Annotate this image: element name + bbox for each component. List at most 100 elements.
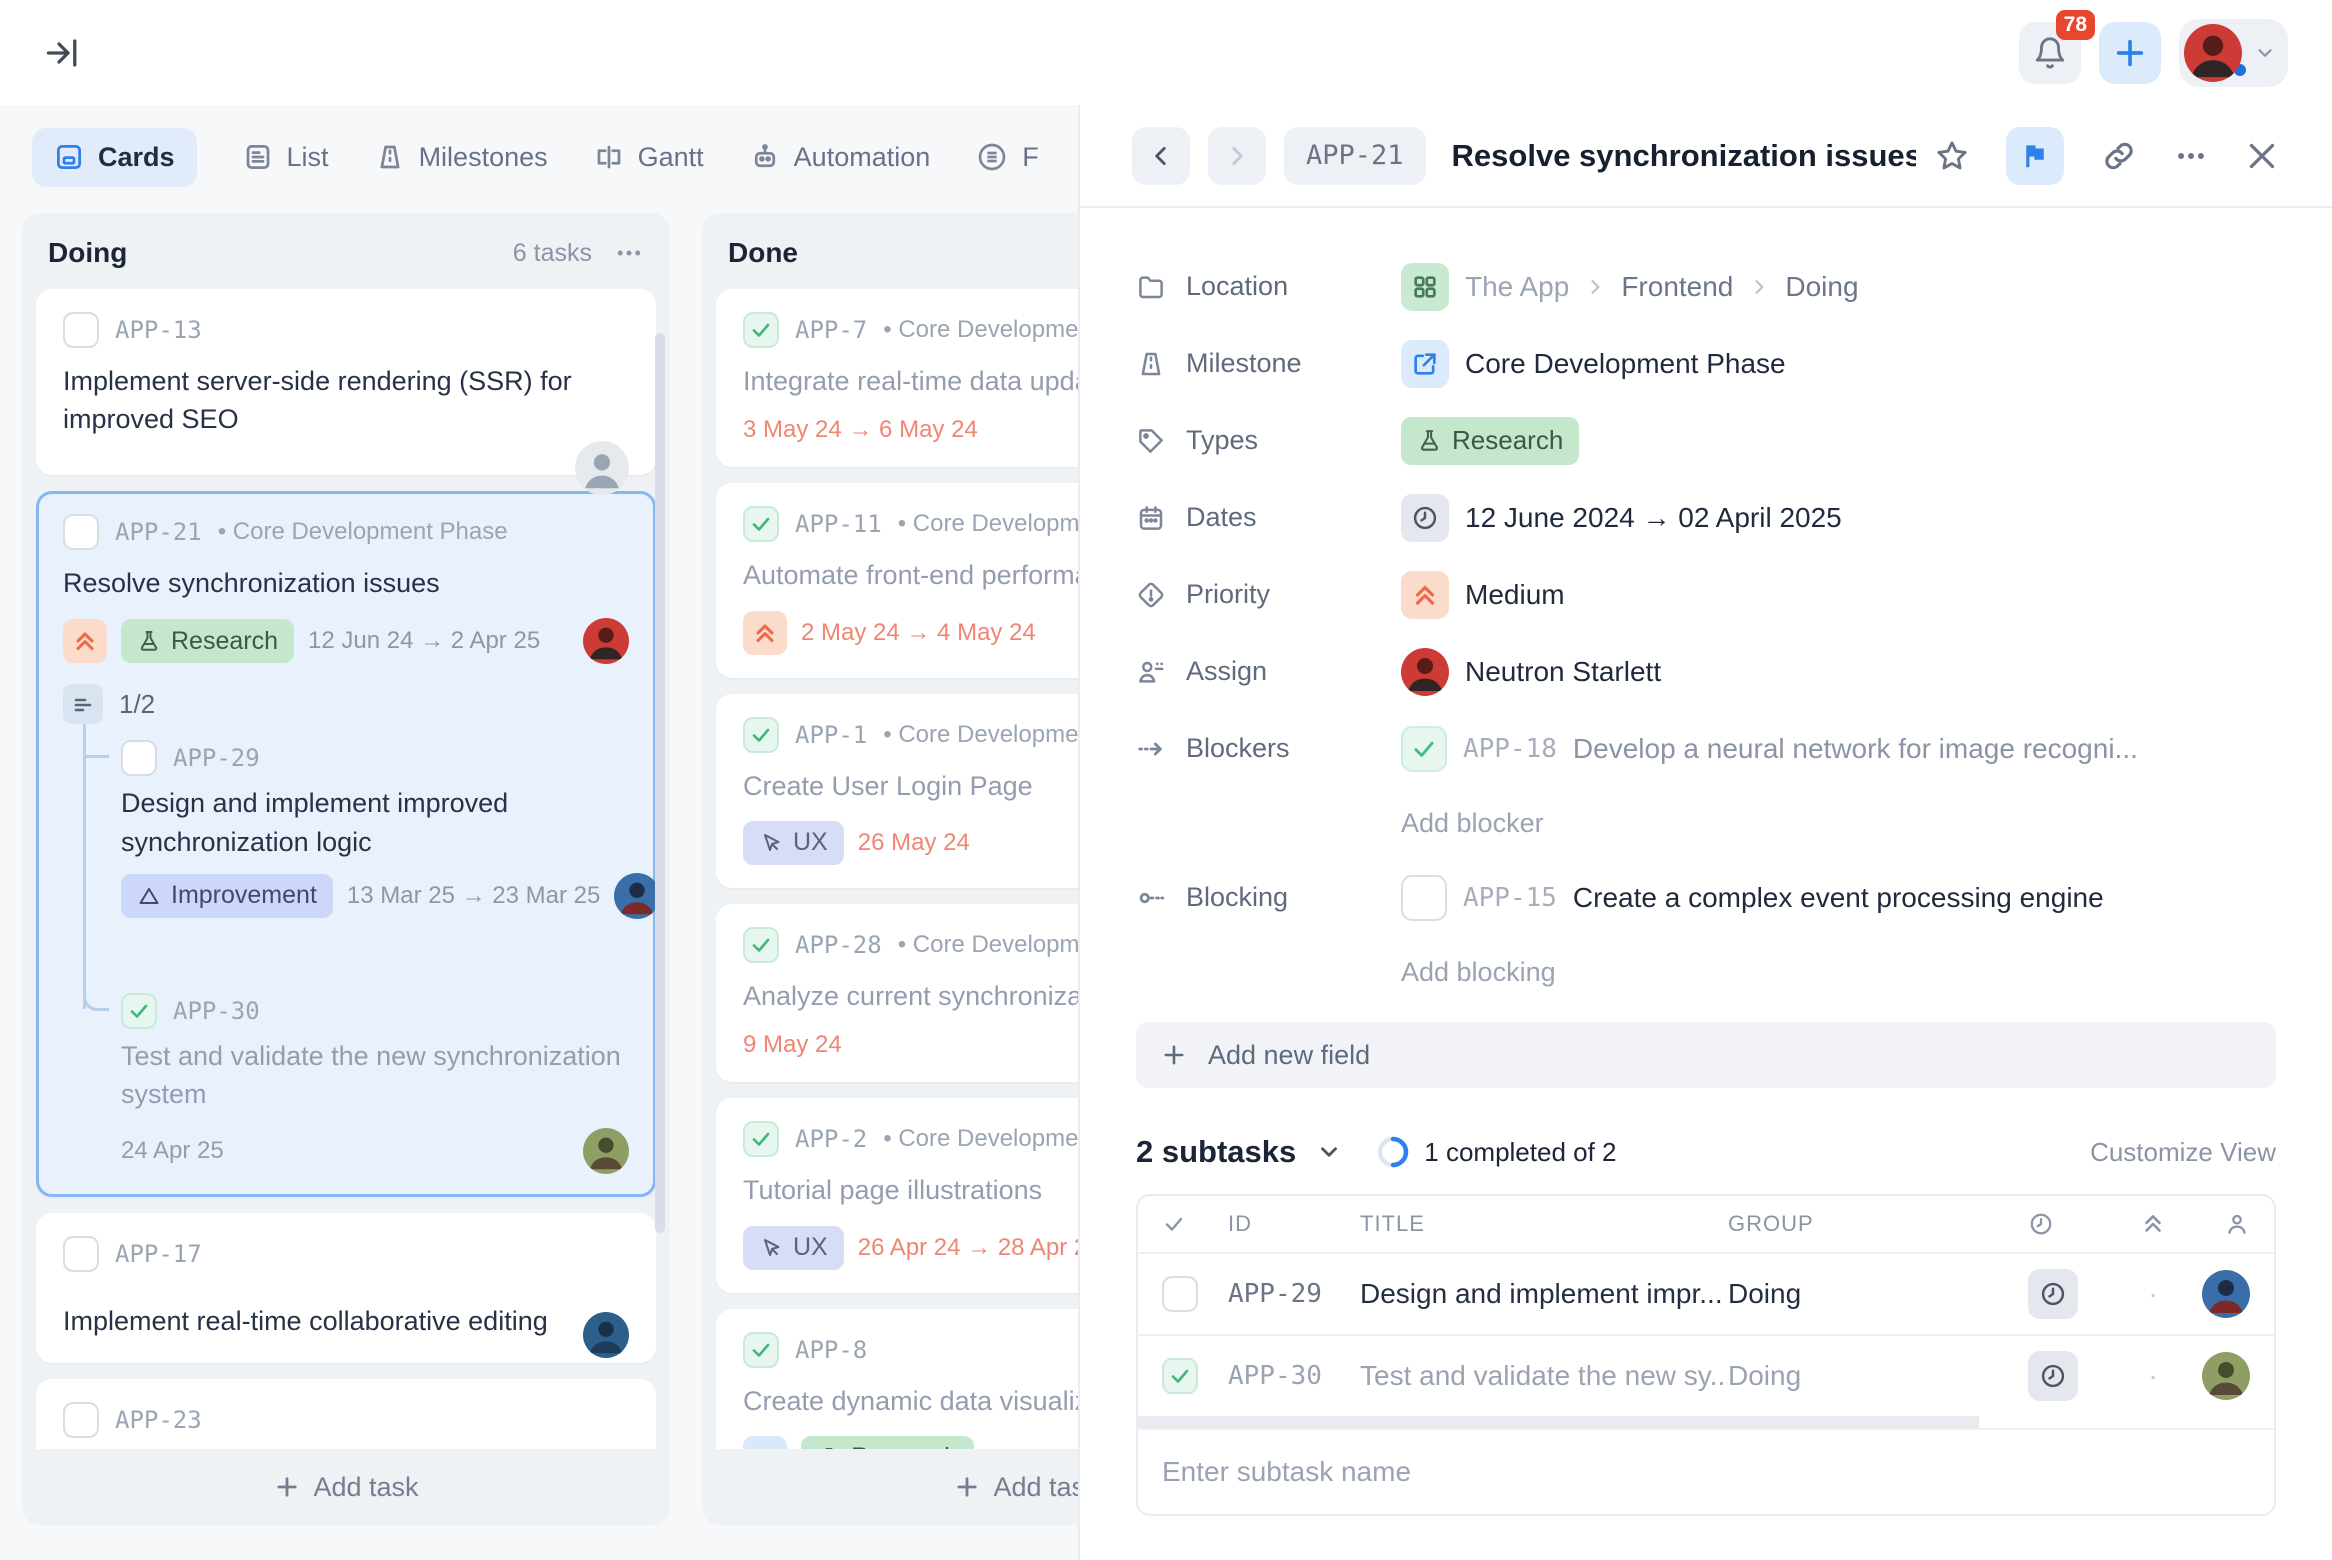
- task-checkbox[interactable]: [743, 312, 779, 348]
- add-task-button[interactable]: Add task: [22, 1449, 670, 1525]
- task-checkbox[interactable]: [743, 927, 779, 963]
- subtask-row-app-29[interactable]: APP-29 Design and implement impr... Doin…: [1138, 1252, 2274, 1334]
- flask-icon: [1417, 428, 1442, 453]
- more-options-icon[interactable]: [2174, 139, 2208, 173]
- task-checkbox[interactable]: [743, 717, 779, 753]
- task-milestone: Core Development Phase: [883, 721, 1078, 749]
- task-card-app-7[interactable]: APP-7 Core Development Phase Integrate r…: [716, 289, 1078, 467]
- tab-milestones[interactable]: Milestones: [375, 142, 548, 173]
- close-icon[interactable]: [2244, 138, 2280, 174]
- milestones-icon: [375, 142, 405, 172]
- assignee-avatar: [1401, 648, 1449, 696]
- tab-partial-label: F: [1022, 142, 1039, 173]
- task-checkbox[interactable]: [63, 514, 99, 550]
- add-blocker-button[interactable]: Add blocker: [1136, 787, 2276, 859]
- task-checkbox[interactable]: [743, 506, 779, 542]
- task-title: Create User Login Page: [743, 767, 1078, 805]
- flag-button[interactable]: [2006, 127, 2064, 185]
- breadcrumb[interactable]: The App Frontend Doing: [1401, 263, 1859, 311]
- assignee-avatar[interactable]: [583, 618, 629, 664]
- task-checkbox[interactable]: [63, 312, 99, 348]
- type-tag-improvement[interactable]: Improvement: [121, 874, 333, 918]
- task-checkbox[interactable]: [743, 1332, 779, 1368]
- subtask-checkbox[interactable]: [1162, 1358, 1198, 1394]
- column-menu-icon[interactable]: [614, 238, 644, 268]
- type-tag-research[interactable]: Research: [1401, 417, 1579, 465]
- star-icon[interactable]: [1934, 138, 1970, 174]
- subtask-card-app-29[interactable]: APP-29 Design and implement improved syn…: [63, 740, 629, 977]
- task-card-app-2[interactable]: APP-2 Core Development Phase Tutorial pa…: [716, 1098, 1078, 1292]
- column-header-group[interactable]: GROUP: [1728, 1211, 2028, 1237]
- column-header-id[interactable]: ID: [1228, 1211, 1360, 1237]
- task-card-app-11[interactable]: APP-11 Core Development Phase Automate f…: [716, 483, 1078, 677]
- assignee-avatar[interactable]: [614, 873, 656, 919]
- task-card-app-28[interactable]: APP-28 Core Development Phase Analyze cu…: [716, 904, 1078, 1082]
- tab-gantt[interactable]: Gantt: [594, 142, 704, 173]
- tag-label: Research: [171, 627, 278, 656]
- assignee-value[interactable]: Neutron Starlett: [1401, 648, 1661, 696]
- cursor-icon: [759, 831, 783, 855]
- dates-value[interactable]: 12 June 2024 → 02 April 2025: [1401, 494, 1842, 542]
- task-checkbox[interactable]: [63, 1236, 99, 1272]
- forward-button[interactable]: [1208, 127, 1266, 185]
- task-card-app-21[interactable]: APP-21 Core Development Phase Resolve sy…: [36, 491, 656, 1197]
- assignee-placeholder-icon[interactable]: [575, 441, 629, 495]
- copy-link-icon[interactable]: [2100, 137, 2138, 175]
- subtask-checkbox[interactable]: [1162, 1276, 1198, 1312]
- subtask-checkbox[interactable]: [121, 740, 157, 776]
- task-card-app-1[interactable]: APP-1 Core Development Phase Create User…: [716, 694, 1078, 888]
- back-button[interactable]: [1132, 127, 1190, 185]
- priority-medium-icon[interactable]: [63, 619, 107, 663]
- blocking-checkbox[interactable]: [1401, 875, 1447, 921]
- task-checkbox[interactable]: [63, 1402, 99, 1438]
- task-card-app-13[interactable]: APP-13 Implement server-side rendering (…: [36, 289, 656, 475]
- column-header-title[interactable]: TITLE: [1360, 1211, 1728, 1237]
- type-tag-research[interactable]: Research: [121, 619, 294, 663]
- milestone-value[interactable]: Core Development Phase: [1401, 340, 1786, 388]
- field-milestone: Milestone Core Development Phase: [1136, 325, 2276, 402]
- priority-cell-empty[interactable]: ·: [2120, 1360, 2186, 1392]
- assignee-avatar[interactable]: [2202, 1352, 2250, 1400]
- collapse-sidebar-icon[interactable]: [44, 35, 80, 71]
- priority-medium-icon: [743, 611, 787, 655]
- subtask-title: Test and validate the new synchronizatio…: [121, 1037, 629, 1114]
- account-menu[interactable]: [2179, 19, 2288, 87]
- subtask-checkbox[interactable]: [121, 993, 157, 1029]
- blocker-item[interactable]: APP-18 Develop a neural network for imag…: [1401, 726, 2138, 772]
- priority-value[interactable]: Medium: [1401, 571, 1565, 619]
- tab-partial[interactable]: F: [976, 141, 1039, 173]
- clock-icon[interactable]: [2028, 1269, 2078, 1319]
- assignee-avatar[interactable]: [583, 1128, 629, 1174]
- horizontal-scrollbar[interactable]: [1138, 1416, 1979, 1428]
- blocking-item[interactable]: APP-15 Create a complex event processing…: [1401, 875, 2104, 921]
- column-scrollbar[interactable]: [655, 333, 665, 1233]
- milestone-name: Core Development Phase: [1465, 348, 1786, 380]
- blocker-checkbox[interactable]: [1401, 726, 1447, 772]
- tab-cards[interactable]: Cards: [32, 128, 197, 187]
- clock-icon[interactable]: [2028, 1351, 2078, 1401]
- circle-list-icon: [976, 141, 1008, 173]
- customize-view-button[interactable]: Customize View: [2090, 1137, 2276, 1168]
- chevron-down-icon[interactable]: [1316, 1139, 1342, 1165]
- task-card-app-17[interactable]: APP-17 Implement real-time collaborative…: [36, 1213, 656, 1363]
- add-task-button[interactable]: Add task: [702, 1449, 1078, 1525]
- task-title[interactable]: Resolve synchronization issues: [1452, 138, 1916, 174]
- new-subtask-input[interactable]: [1162, 1456, 2250, 1488]
- column-done: Done APP-7 Core Development Phase Integr…: [702, 213, 1078, 1525]
- add-blocking-button[interactable]: Add blocking: [1136, 936, 2276, 1008]
- assignee-avatar[interactable]: [583, 1312, 629, 1358]
- notifications-button[interactable]: 78: [2019, 22, 2081, 84]
- task-id-chip[interactable]: APP-21: [1284, 127, 1426, 185]
- subtask-row-app-30[interactable]: APP-30 Test and validate the new sy... D…: [1138, 1334, 2274, 1416]
- add-button[interactable]: [2099, 22, 2161, 84]
- tab-list[interactable]: List: [243, 142, 329, 173]
- triangle-icon: [137, 884, 161, 908]
- subtask-card-app-30[interactable]: APP-30 Test and validate the new synchro…: [63, 993, 629, 1174]
- assignee-avatar[interactable]: [2202, 1270, 2250, 1318]
- add-new-field-button[interactable]: Add new field: [1136, 1022, 2276, 1088]
- task-checkbox[interactable]: [743, 1121, 779, 1157]
- tab-automation[interactable]: Automation: [750, 142, 931, 173]
- new-subtask-row: [1138, 1428, 2274, 1514]
- priority-cell-empty[interactable]: ·: [2120, 1278, 2186, 1310]
- bell-icon: [2033, 36, 2067, 70]
